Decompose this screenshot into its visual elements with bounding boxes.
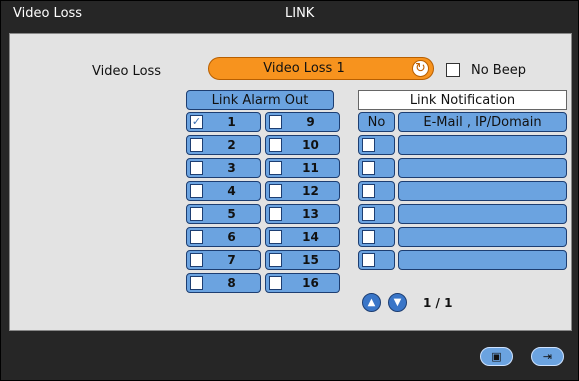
alarm-out-number: 10 [302, 138, 319, 152]
alarm-out-item[interactable]: 16 [265, 273, 340, 293]
alarm-out-number: 6 [227, 230, 236, 244]
notification-checkbox[interactable] [362, 230, 375, 244]
settings-panel: Video Loss Video Loss 1 ↻ No Beep Link A… [9, 33, 572, 331]
exit-icon: ⇥ [542, 350, 553, 363]
alarm-out-number: 11 [302, 161, 319, 175]
alarm-out-checkbox[interactable] [190, 253, 203, 267]
no-beep-checkbox[interactable] [446, 63, 460, 77]
alarm-out-number: 12 [302, 184, 319, 198]
notification-row-select[interactable] [358, 227, 395, 247]
alarm-out-number: 16 [302, 276, 319, 290]
link-alarm-out-header: Link Alarm Out [186, 90, 334, 110]
notification-checkbox[interactable] [362, 253, 375, 267]
alarm-out-checkbox[interactable] [190, 230, 203, 244]
notification-email-field[interactable] [398, 204, 567, 224]
notification-row-select[interactable] [358, 204, 395, 224]
alarm-out-checkbox[interactable] [269, 276, 282, 290]
notification-email-field[interactable] [398, 135, 567, 155]
alarm-out-checkbox[interactable] [269, 230, 282, 244]
alarm-out-checkbox[interactable] [269, 184, 282, 198]
link-notification-header: Link Notification [358, 90, 567, 110]
alarm-out-checkbox[interactable] [190, 161, 203, 175]
alarm-out-item[interactable]: 9 [265, 112, 340, 132]
alarm-out-checkbox[interactable] [269, 253, 282, 267]
alarm-out-number: 8 [227, 276, 236, 290]
alarm-out-item[interactable]: 15 [265, 250, 340, 270]
notification-checkbox[interactable] [362, 184, 375, 198]
alarm-out-item[interactable]: 13 [265, 204, 340, 224]
alarm-out-checkbox[interactable] [190, 184, 203, 198]
exit-button[interactable]: ⇥ [531, 347, 564, 366]
window-subtitle: LINK [285, 6, 315, 21]
alarm-out-item[interactable]: 3 [186, 158, 261, 178]
alarm-out-number: 4 [227, 184, 236, 198]
notification-row-select[interactable] [358, 158, 395, 178]
link-settings-window: Video Loss LINK Video Loss Video Loss 1 … [0, 0, 579, 381]
alarm-out-number: 14 [302, 230, 319, 244]
no-beep-label: No Beep [471, 63, 526, 78]
alarm-out-checkbox[interactable]: ✓ [190, 115, 203, 129]
alarm-out-item[interactable]: 2 [186, 135, 261, 155]
alarm-out-number: 1 [227, 115, 236, 129]
alarm-out-item[interactable]: 4 [186, 181, 261, 201]
notification-checkbox[interactable] [362, 161, 375, 175]
window-title: Video Loss [13, 6, 83, 21]
alarm-out-item[interactable]: 6 [186, 227, 261, 247]
alarm-out-item[interactable]: 7 [186, 250, 261, 270]
alarm-out-number: 2 [227, 138, 236, 152]
alarm-out-number: 13 [302, 207, 319, 221]
notification-email-field[interactable] [398, 158, 567, 178]
chevron-up-icon[interactable]: ▲ [362, 293, 381, 312]
page-indicator: 1 / 1 [423, 296, 453, 310]
notification-row-select[interactable] [358, 181, 395, 201]
alarm-out-item[interactable]: 8 [186, 273, 261, 293]
alarm-out-item[interactable]: ✓ 1 [186, 112, 261, 132]
alarm-out-number: 7 [227, 253, 236, 267]
alarm-out-number: 9 [306, 115, 315, 129]
alarm-out-number: 15 [302, 253, 319, 267]
video-loss-label: Video Loss [92, 64, 162, 79]
save-button[interactable]: ▣ [480, 347, 513, 366]
notification-email-field[interactable] [398, 227, 567, 247]
video-loss-select-value: Video Loss 1 [263, 61, 345, 76]
notification-row-select[interactable] [358, 135, 395, 155]
notification-email-field[interactable] [398, 250, 567, 270]
refresh-icon[interactable]: ↻ [412, 60, 429, 77]
alarm-out-item[interactable]: 12 [265, 181, 340, 201]
alarm-out-checkbox[interactable] [190, 276, 203, 290]
alarm-out-item[interactable]: 14 [265, 227, 340, 247]
notification-email-header: E-Mail , IP/Domain [398, 112, 567, 132]
save-icon: ▣ [491, 350, 502, 363]
alarm-out-checkbox[interactable] [269, 138, 282, 152]
notification-row-select[interactable] [358, 250, 395, 270]
alarm-out-number: 5 [227, 207, 236, 221]
notification-checkbox[interactable] [362, 138, 375, 152]
alarm-out-checkbox[interactable] [269, 115, 282, 129]
alarm-out-item[interactable]: 10 [265, 135, 340, 155]
notification-email-field[interactable] [398, 181, 567, 201]
video-loss-select[interactable]: Video Loss 1 ↻ [208, 57, 434, 80]
alarm-out-checkbox[interactable] [190, 207, 203, 221]
alarm-out-item[interactable]: 11 [265, 158, 340, 178]
title-bar: Video Loss LINK [1, 1, 578, 27]
notification-checkbox[interactable] [362, 207, 375, 221]
chevron-down-icon[interactable]: ▼ [388, 293, 407, 312]
alarm-out-number: 3 [227, 161, 236, 175]
alarm-out-checkbox[interactable] [190, 138, 203, 152]
notification-no-header: No [358, 112, 395, 132]
alarm-out-checkbox[interactable] [269, 161, 282, 175]
alarm-out-checkbox[interactable] [269, 207, 282, 221]
alarm-out-item[interactable]: 5 [186, 204, 261, 224]
